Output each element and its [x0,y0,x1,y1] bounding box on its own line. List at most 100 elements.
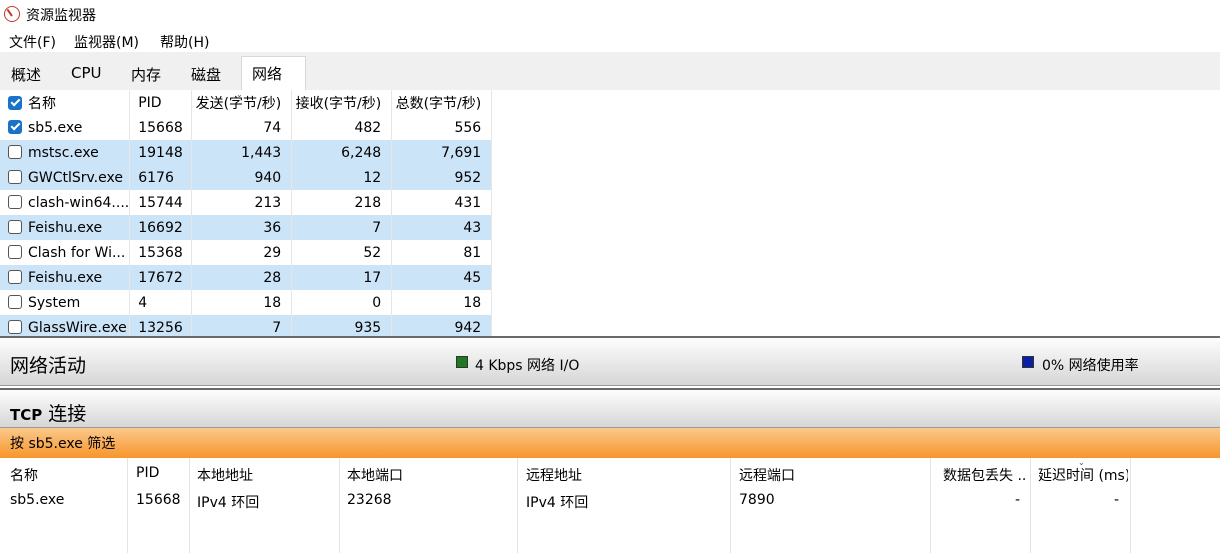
network-io-label: 4 Kbps 网络 I/O [475,358,580,374]
tcp-col-local-port[interactable]: 本地端口 [347,465,403,485]
filter-text: 按 sb5.exe 筛选 [10,436,116,452]
process-header-row: 名称 PID 发送(字节/秒) 接收(字节/秒) 总数(字节/秒) [0,90,493,115]
tcp-row-local-address: IPv4 环回 [197,495,260,511]
tcp-connections-header[interactable]: TCP 连接 [0,388,1220,428]
process-send: 7 [191,315,293,336]
process-send: 29 [191,240,293,265]
process-total: 431 [391,190,493,215]
tcp-row-remote-address: IPv4 环回 [526,495,589,511]
tcp-col-packet-loss[interactable]: 数据包丢失 ... [943,465,1027,485]
col-total-header[interactable]: 总数(字节/秒) [391,90,493,115]
process-checkbox[interactable] [8,244,22,259]
process-recv: 935 [291,315,393,336]
process-list: ⌄ 名称 PID 发送(字节/秒) 接收(字节/秒) 总数(字节/秒) sb5.… [0,90,1220,336]
process-row[interactable]: GlassWire.exe 13256 7 935 942 [0,315,493,336]
process-send: 1,443 [191,140,293,165]
process-name: mstsc.exe [0,140,131,165]
col-name-header[interactable]: 名称 [0,90,131,115]
process-row[interactable]: Clash for Wi... 15368 29 52 81 [0,240,493,265]
process-pid: 15368 [129,240,193,265]
process-name: GlassWire.exe [0,315,131,336]
menu-monitor[interactable]: 监视器(M) [74,32,139,52]
tcp-row-packet-loss: - [1015,492,1021,508]
process-name: Clash for Wi... [0,240,131,265]
process-checkbox[interactable] [8,269,22,284]
tab-cpu[interactable]: CPU [71,64,102,82]
process-total: 45 [391,265,493,290]
process-recv: 218 [291,190,393,215]
process-send: 74 [191,115,293,140]
window-title: 资源监视器 [26,8,96,24]
process-checkbox[interactable] [8,169,22,184]
network-activity-title: 网络活动 [10,355,87,377]
tab-disk[interactable]: 磁盘 [191,64,221,85]
process-recv: 12 [291,165,393,190]
process-total: 18 [391,290,493,315]
process-checkbox[interactable] [8,219,22,234]
process-pid: 15744 [129,190,193,215]
filter-bar: 按 sb5.exe 筛选 [0,428,1220,459]
process-total: 556 [391,115,493,140]
process-checkbox[interactable] [8,319,22,334]
process-total: 942 [391,315,493,336]
usage-legend-swatch [1022,356,1034,368]
network-usage-label: 0% 网络使用率 [1042,358,1139,374]
menu-file[interactable]: 文件(F) [9,32,56,52]
tab-bar: 概述 CPU 内存 磁盘 网络 [0,52,1220,91]
col-pid-header[interactable]: PID [129,90,193,115]
process-name: Feishu.exe [0,215,131,240]
process-name: Feishu.exe [0,265,131,290]
process-checkbox[interactable] [8,294,22,309]
process-checkbox[interactable] [8,194,22,209]
process-pid: 17672 [129,265,193,290]
tcp-col-name[interactable]: 名称 [10,465,38,485]
process-checkbox[interactable] [8,144,22,159]
process-name: clash-win64.... [0,190,131,215]
process-total: 7,691 [391,140,493,165]
tcp-col-remote-address[interactable]: 远程地址 [526,465,582,485]
menu-bar: 文件(F) 监视器(M) 帮助(H) [0,30,1220,52]
io-legend-swatch [456,356,468,368]
process-total: 952 [391,165,493,190]
process-row[interactable]: sb5.exe 15668 74 482 556 [0,115,493,140]
process-pid: 13256 [129,315,193,336]
title-bar: 资源监视器 [0,0,1220,30]
process-pid: 16692 [129,215,193,240]
tab-network[interactable]: 网络 [241,56,306,90]
process-row[interactable]: Feishu.exe 16692 36 7 43 [0,215,493,240]
process-recv: 6,248 [291,140,393,165]
col-send-header[interactable]: 发送(字节/秒) [191,90,293,115]
tcp-col-latency[interactable]: 延迟时间 (ms) [1038,465,1128,485]
tcp-row-name[interactable]: sb5.exe [10,492,64,508]
tab-memory[interactable]: 内存 [131,64,161,85]
tcp-row-latency: - [1114,492,1120,508]
process-name: sb5.exe [0,115,131,140]
select-all-checkbox[interactable] [8,95,22,110]
process-pid: 19148 [129,140,193,165]
tcp-col-remote-port[interactable]: 远程端口 [739,465,795,485]
process-row[interactable]: GWCtlSrv.exe 6176 940 12 952 [0,165,493,190]
process-row[interactable]: System 4 18 0 18 [0,290,493,315]
tcp-row-local-port: 23268 [347,492,392,508]
process-send: 36 [191,215,293,240]
menu-help[interactable]: 帮助(H) [160,32,209,52]
col-recv-header[interactable]: 接收(字节/秒) [291,90,393,115]
process-recv: 482 [291,115,393,140]
process-send: 28 [191,265,293,290]
process-send: 213 [191,190,293,215]
tcp-col-pid[interactable]: PID [136,465,159,481]
process-row[interactable]: mstsc.exe 19148 1,443 6,248 7,691 [0,140,493,165]
tab-overview[interactable]: 概述 [11,64,41,85]
resource-monitor-icon [4,6,20,22]
process-row[interactable]: clash-win64.... 15744 213 218 431 [0,190,493,215]
network-activity-header[interactable]: 网络活动 4 Kbps 网络 I/O 0% 网络使用率 [0,336,1220,386]
process-recv: 0 [291,290,393,315]
process-recv: 17 [291,265,393,290]
process-checkbox[interactable] [8,119,22,134]
process-name: GWCtlSrv.exe [0,165,131,190]
tcp-table: ⌄ 名称 PID 本地地址 本地端口 远程地址 远程端口 数据包丢失 ... 延… [0,458,1220,553]
process-row[interactable]: Feishu.exe 17672 28 17 45 [0,265,493,290]
tcp-col-local-address[interactable]: 本地地址 [197,465,253,485]
process-pid: 15668 [129,115,193,140]
tcp-title: TCP 连接 [10,403,87,425]
